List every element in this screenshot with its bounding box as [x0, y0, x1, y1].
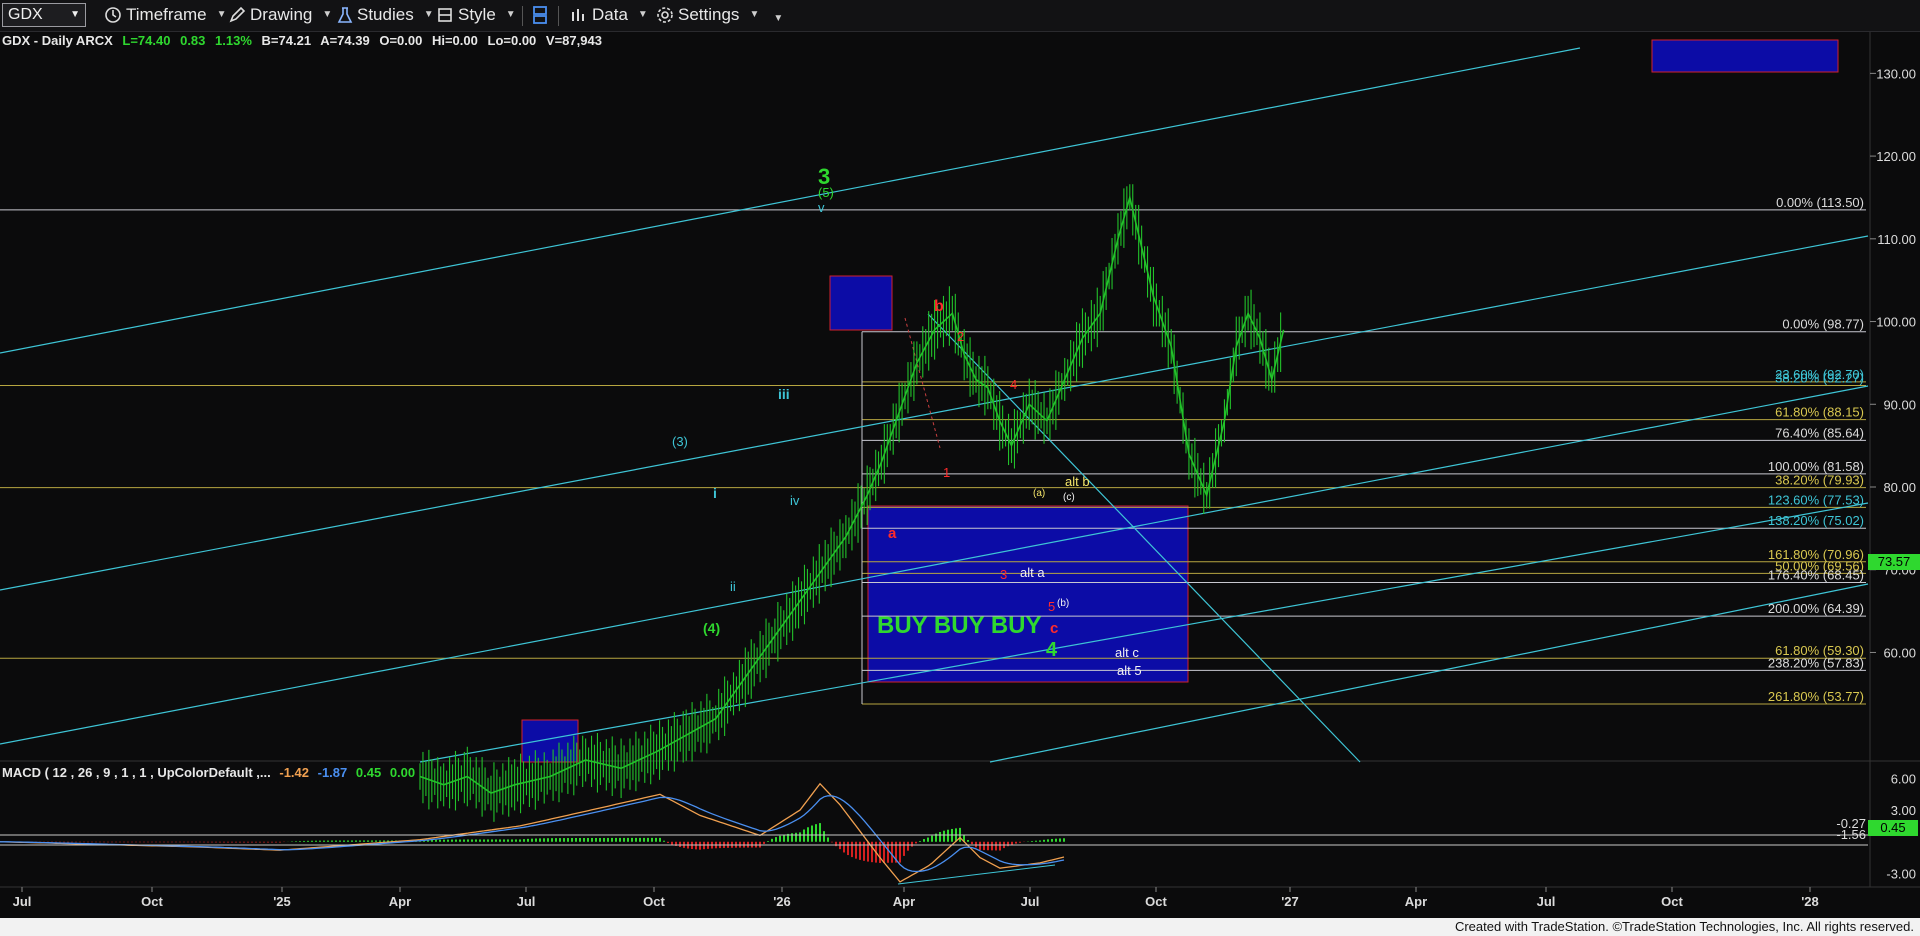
fib-label: 61.80% (88.15): [1775, 405, 1864, 420]
support-box: [521, 719, 579, 763]
macd-tick-label: 6.00: [1891, 771, 1916, 786]
fib-label: 38.20% (79.93): [1775, 473, 1864, 488]
y-tick-label: 80.00: [1883, 480, 1916, 495]
x-tick-label: Jul: [13, 894, 32, 909]
wave-label: alt a: [1020, 565, 1045, 580]
wave-label: c: [1050, 620, 1058, 637]
y-tick-label: 90.00: [1883, 397, 1916, 412]
macd-right-label: 0.45: [1880, 820, 1905, 835]
wave-label: 5: [1048, 599, 1055, 614]
y-tick-label: 120.00: [1876, 149, 1916, 164]
x-tick-label: Apr: [893, 894, 915, 909]
fib-label: 261.80% (53.77): [1768, 689, 1864, 704]
x-tick-label: '28: [1801, 894, 1819, 909]
y-tick-label: 130.00: [1876, 66, 1916, 81]
wave-label: alt c: [1115, 645, 1139, 660]
wave-label: 2: [957, 329, 964, 344]
macd-info-bar: MACD ( 12 , 26 , 9 , 1 , 1 , UpColorDefa…: [2, 765, 420, 780]
signal-value: -1.87: [317, 765, 348, 780]
x-tick-label: Jul: [1537, 894, 1556, 909]
wave-label: i: [713, 485, 717, 501]
fib-label: 123.60% (77.53): [1768, 492, 1864, 507]
fib-label: 76.40% (85.64): [1775, 425, 1864, 440]
wave-label: 3: [1000, 567, 1007, 582]
x-tick-label: Apr: [1405, 894, 1427, 909]
wave-label: ii: [730, 579, 736, 594]
wave-label: (b): [1057, 598, 1069, 609]
fib-label: 0.00% (98.77): [1782, 317, 1864, 332]
trendline-lower-channel: [0, 385, 1869, 745]
chart-canvas[interactable]: 130.00120.00110.00100.0090.0080.0070.006…: [0, 0, 1920, 918]
x-tick-label: Oct: [643, 894, 665, 909]
macd-line: [0, 782, 1065, 883]
x-axis-ticks: Jul Oct '25 Apr Jul Oct '26 Apr Jul Oct '27 Apr Jul O…: [13, 887, 1819, 909]
buy-zone-box: [867, 505, 1189, 683]
wave-label: (4): [703, 620, 720, 636]
wave-label: a: [888, 525, 897, 542]
fib-label: 0.00% (113.50): [1776, 195, 1864, 210]
macd-title: MACD ( 12 , 26 , 9 , 1 , 1 , UpColorDefa…: [2, 765, 271, 780]
x-tick-label: Apr: [389, 894, 411, 909]
fib-label: 200.00% (64.39): [1768, 601, 1864, 616]
trendline-upper-channel: [0, 47, 1581, 354]
x-tick-label: Oct: [141, 894, 163, 909]
x-tick-label: Oct: [1661, 894, 1683, 909]
x-tick-label: '25: [273, 894, 291, 909]
x-tick-label: Oct: [1145, 894, 1167, 909]
wave-label: (3): [672, 434, 688, 449]
fib-label: 238.20% (57.83): [1768, 655, 1864, 670]
wave-label: BUY BUY BUY: [877, 612, 1041, 639]
zero-value: 0.00: [389, 765, 416, 780]
macd-tick-label: -3.00: [1886, 866, 1916, 881]
x-tick-label: Jul: [517, 894, 536, 909]
last-price-tag: 73.57: [1868, 554, 1920, 570]
signal-line: [0, 795, 1065, 873]
macd-tick-label: 3.00: [1891, 803, 1916, 818]
wave-label: iv: [790, 493, 800, 508]
wave-label: (c): [1063, 492, 1075, 503]
wave-label: iii: [778, 386, 790, 402]
wave-label: alt b: [1065, 474, 1090, 489]
macd-histogram: [3, 823, 1065, 863]
x-tick-label: Jul: [1021, 894, 1040, 909]
macd-divergence-line: [897, 864, 1056, 885]
y-tick-label: 100.00: [1876, 315, 1916, 330]
macd-value: -1.42: [279, 765, 309, 780]
fib-label: 138.20% (75.02): [1768, 513, 1864, 528]
wave-label: 1: [943, 465, 950, 480]
wave-label: 4: [1046, 639, 1058, 661]
y-tick-label: 60.00: [1883, 645, 1916, 660]
wave-label: 4: [1010, 377, 1017, 392]
wave-label: b: [934, 298, 944, 315]
footer-credit: Created with TradeStation. ©TradeStation…: [1454, 919, 1914, 934]
target-box: [1651, 39, 1839, 73]
y-tick-label: 110.00: [1877, 232, 1916, 247]
fib-label: 176.40% (68.45): [1768, 568, 1864, 583]
macd-right-label: -1.56: [1836, 827, 1866, 842]
hist-value: 0.45: [355, 765, 382, 780]
wave-label: alt 5: [1117, 663, 1142, 678]
last-price-label: 73.57: [1878, 554, 1911, 569]
x-tick-label: '27: [1281, 894, 1299, 909]
wave-label: v: [818, 200, 825, 215]
wave-label: (a): [1033, 488, 1045, 499]
pivot-box: [829, 275, 893, 331]
fib-label: 38.20% (92.27): [1775, 370, 1864, 385]
x-tick-label: '26: [773, 894, 791, 909]
wave-label: (5): [818, 185, 834, 200]
